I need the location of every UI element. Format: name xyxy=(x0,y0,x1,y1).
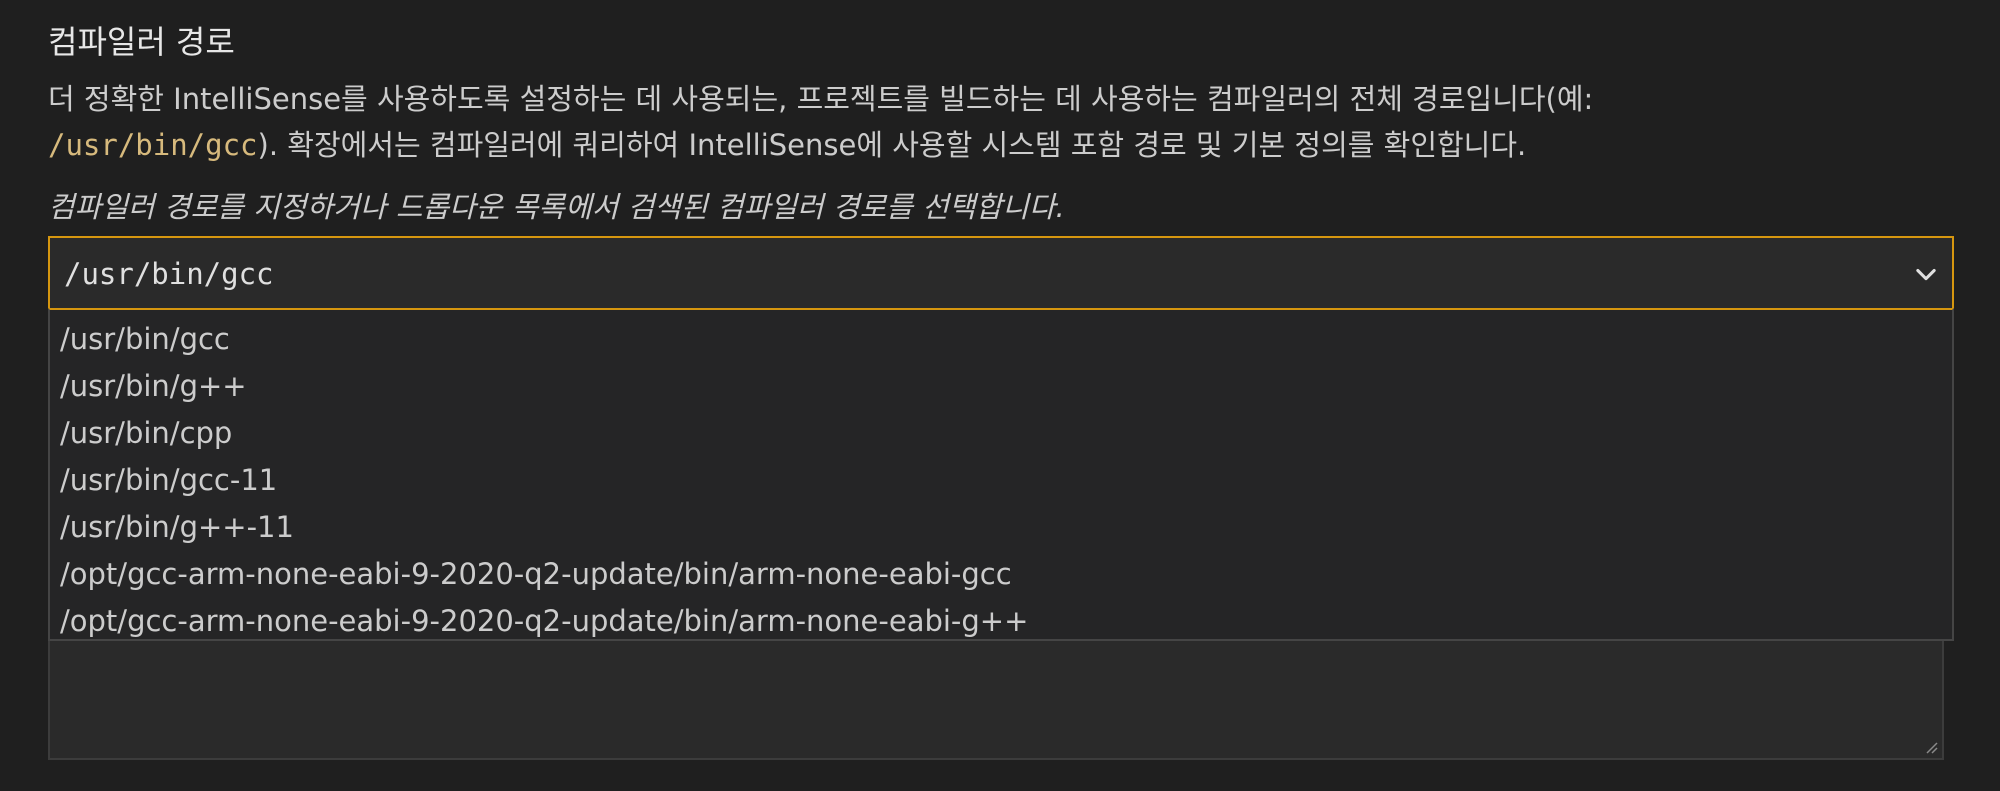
compiler-path-select-value: /usr/bin/gcc xyxy=(64,256,274,291)
description-line-2: /usr/bin/gcc). 확장에서는 컴파일러에 쿼리하여 IntelliS… xyxy=(48,122,1948,168)
dropdown-option-usr-bin-cpp[interactable]: /usr/bin/cpp xyxy=(50,410,1952,457)
dropdown-option-usr-bin-gcc-11[interactable]: /usr/bin/gcc-11 xyxy=(50,457,1952,504)
dropdown-option-arm-none-eabi-gpp[interactable]: /opt/gcc-arm-none-eabi-9-2020-q2-update/… xyxy=(50,598,1952,645)
description-line-1: 더 정확한 IntelliSense를 사용하도록 설정하는 데 사용되는, 프… xyxy=(48,76,1948,122)
compiler-path-dropdown: /usr/bin/gcc /usr/bin/g++ /usr/bin/cpp /… xyxy=(48,308,1954,641)
dropdown-option-arm-none-eabi-gcc[interactable]: /opt/gcc-arm-none-eabi-9-2020-q2-update/… xyxy=(50,551,1952,598)
chevron-down-icon[interactable] xyxy=(1908,256,1944,292)
description-example-code: /usr/bin/gcc xyxy=(48,128,258,162)
description-text-part2: ). 확장에서는 컴파일러에 쿼리하여 IntelliSense에 사용할 시스… xyxy=(257,128,1527,162)
dropdown-option-usr-bin-gcc[interactable]: /usr/bin/gcc xyxy=(50,316,1952,363)
resize-grip-icon[interactable] xyxy=(1922,738,1938,754)
setting-hint: 컴파일러 경로를 지정하거나 드롭다운 목록에서 검색된 컴파일러 경로를 선택… xyxy=(48,190,1065,224)
dropdown-option-usr-bin-gpp-11[interactable]: /usr/bin/g++-11 xyxy=(50,504,1952,551)
compiler-path-select[interactable]: /usr/bin/gcc xyxy=(48,236,1954,309)
dropdown-option-usr-bin-gpp[interactable]: /usr/bin/g++ xyxy=(50,363,1952,410)
setting-description: 더 정확한 IntelliSense를 사용하도록 설정하는 데 사용되는, 프… xyxy=(48,76,1948,168)
description-text-part1: 더 정확한 IntelliSense를 사용하도록 설정하는 데 사용되는, 프… xyxy=(48,82,1594,116)
setting-title: 컴파일러 경로 xyxy=(48,23,235,61)
